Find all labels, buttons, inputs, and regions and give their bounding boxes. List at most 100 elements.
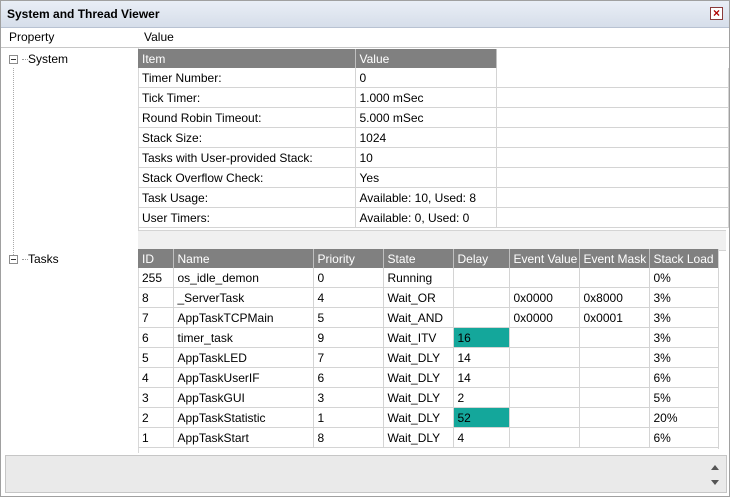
column-header-bar: Property Value — [1, 28, 729, 48]
system-filler-cell — [496, 207, 729, 228]
close-icon: × — [712, 6, 720, 20]
scroll-up-icon[interactable] — [711, 465, 719, 470]
task-state-cell: Wait_OR — [383, 287, 454, 308]
tree-label-tasks: Tasks — [28, 252, 59, 266]
system-row[interactable]: User Timers: Available: 0, Used: 0 — [138, 207, 729, 228]
task-state-cell: Wait_DLY — [383, 427, 454, 448]
header-delay[interactable]: Delay — [453, 249, 510, 268]
system-row[interactable]: Stack Size: 1024 — [138, 127, 729, 148]
scroll-down-icon[interactable] — [711, 480, 719, 485]
task-event-mask-cell — [579, 427, 650, 448]
task-stack-load-cell: 20% — [649, 407, 719, 428]
task-row[interactable]: 6 timer_task 9 Wait_ITV 16 3% — [138, 327, 719, 348]
collapse-icon[interactable] — [9, 55, 18, 64]
system-item-cell: Round Robin Timeout: — [138, 107, 356, 128]
value-column-header[interactable]: Value — [144, 28, 174, 47]
system-filler-cell — [496, 68, 729, 88]
task-name-cell: AppTaskUserIF — [173, 367, 314, 388]
task-event-value-cell — [509, 367, 580, 388]
system-value-cell: 5.000 mSec — [355, 107, 497, 128]
header-event-mask[interactable]: Event Mask — [579, 249, 650, 268]
status-scrollbar[interactable] — [706, 457, 724, 493]
task-priority-cell: 0 — [313, 268, 384, 288]
header-event-value[interactable]: Event Value — [509, 249, 580, 268]
task-event-value-cell: 0x0000 — [509, 287, 580, 308]
task-event-value-cell — [509, 268, 580, 288]
task-id-cell: 7 — [138, 307, 174, 328]
system-thread-viewer-window: System and Thread Viewer × Property Valu… — [0, 0, 730, 497]
task-priority-cell: 5 — [313, 307, 384, 328]
task-event-value-cell: 0x0000 — [509, 307, 580, 328]
task-state-cell: Wait_DLY — [383, 407, 454, 428]
task-id-cell: 5 — [138, 347, 174, 368]
task-state-cell: Wait_AND — [383, 307, 454, 328]
system-row[interactable]: Tasks with User-provided Stack: 10 — [138, 147, 729, 168]
system-row[interactable]: Tick Timer: 1.000 mSec — [138, 87, 729, 108]
task-id-cell: 8 — [138, 287, 174, 308]
task-delay-cell — [453, 307, 510, 328]
system-row[interactable]: Timer Number: 0 — [138, 68, 729, 88]
task-delay-cell — [453, 268, 510, 288]
system-item-cell: Tick Timer: — [138, 87, 356, 108]
task-event-mask-cell — [579, 407, 650, 428]
task-event-mask-cell — [579, 387, 650, 408]
task-stack-load-cell: 0% — [649, 268, 719, 288]
system-table-header: Item Value — [138, 49, 728, 68]
system-value-cell: 10 — [355, 147, 497, 168]
task-priority-cell: 8 — [313, 427, 384, 448]
system-row[interactable]: Stack Overflow Check: Yes — [138, 167, 729, 188]
header-item[interactable]: Item — [138, 49, 356, 68]
task-state-cell: Running — [383, 268, 454, 288]
task-id-cell: 6 — [138, 327, 174, 348]
system-row[interactable]: Round Robin Timeout: 5.000 mSec — [138, 107, 729, 128]
task-row[interactable]: 8 _ServerTask 4 Wait_OR 0x0000 0x8000 3% — [138, 287, 719, 308]
task-delay-cell: 2 — [453, 387, 510, 408]
task-event-mask-cell — [579, 268, 650, 288]
system-value-cell: 1024 — [355, 127, 497, 148]
header-value[interactable]: Value — [355, 49, 497, 68]
task-row[interactable]: 2 AppTaskStatistic 1 Wait_DLY 52 20% — [138, 407, 719, 428]
window-title: System and Thread Viewer — [7, 7, 160, 21]
section-separator — [138, 230, 726, 251]
header-stack-load[interactable]: Stack Load — [649, 249, 719, 268]
collapse-icon[interactable] — [9, 255, 18, 264]
system-filler-cell — [496, 147, 729, 168]
task-row[interactable]: 7 AppTaskTCPMain 5 Wait_AND 0x0000 0x0001 3% — [138, 307, 719, 328]
system-filler-cell — [496, 167, 729, 188]
task-row[interactable]: 1 AppTaskStart 8 Wait_DLY 4 6% — [138, 427, 719, 448]
system-info-panel: Item Value Timer Number: 0 Tick Timer: 1.00… — [138, 49, 729, 228]
task-event-mask-cell — [579, 327, 650, 348]
task-event-mask-cell: 0x0001 — [579, 307, 650, 328]
task-stack-load-cell: 6% — [649, 367, 719, 388]
close-button[interactable]: × — [710, 6, 723, 20]
system-row[interactable]: Task Usage: Available: 10, Used: 8 — [138, 187, 729, 208]
property-column-header[interactable]: Property — [9, 28, 54, 47]
task-row[interactable]: 4 AppTaskUserIF 6 Wait_DLY 14 6% — [138, 367, 719, 388]
task-event-value-cell — [509, 407, 580, 428]
task-row[interactable]: 255 os_idle_demon 0 Running 0% — [138, 268, 719, 288]
property-tree: System Tasks — [1, 48, 139, 453]
task-name-cell: AppTaskTCPMain — [173, 307, 314, 328]
task-event-value-cell — [509, 347, 580, 368]
task-delay-cell: 14 — [453, 347, 510, 368]
system-value-cell: Available: 10, Used: 8 — [355, 187, 497, 208]
task-priority-cell: 1 — [313, 407, 384, 428]
header-name[interactable]: Name — [173, 249, 314, 268]
task-state-cell: Wait_DLY — [383, 347, 454, 368]
system-item-cell: Timer Number: — [138, 68, 356, 88]
system-item-cell: Tasks with User-provided Stack: — [138, 147, 356, 168]
system-item-cell: Task Usage: — [138, 187, 356, 208]
task-delay-cell — [453, 287, 510, 308]
header-state[interactable]: State — [383, 249, 454, 268]
task-event-mask-cell — [579, 367, 650, 388]
task-name-cell: AppTaskStatistic — [173, 407, 314, 428]
header-priority[interactable]: Priority — [313, 249, 384, 268]
task-row[interactable]: 3 AppTaskGUI 3 Wait_DLY 2 5% — [138, 387, 719, 408]
task-name-cell: AppTaskStart — [173, 427, 314, 448]
task-event-mask-cell: 0x8000 — [579, 287, 650, 308]
task-row[interactable]: 5 AppTaskLED 7 Wait_DLY 14 3% — [138, 347, 719, 368]
system-value-cell: Yes — [355, 167, 497, 188]
tree-guide-line — [13, 68, 14, 263]
header-id[interactable]: ID — [138, 249, 174, 268]
task-priority-cell: 7 — [313, 347, 384, 368]
